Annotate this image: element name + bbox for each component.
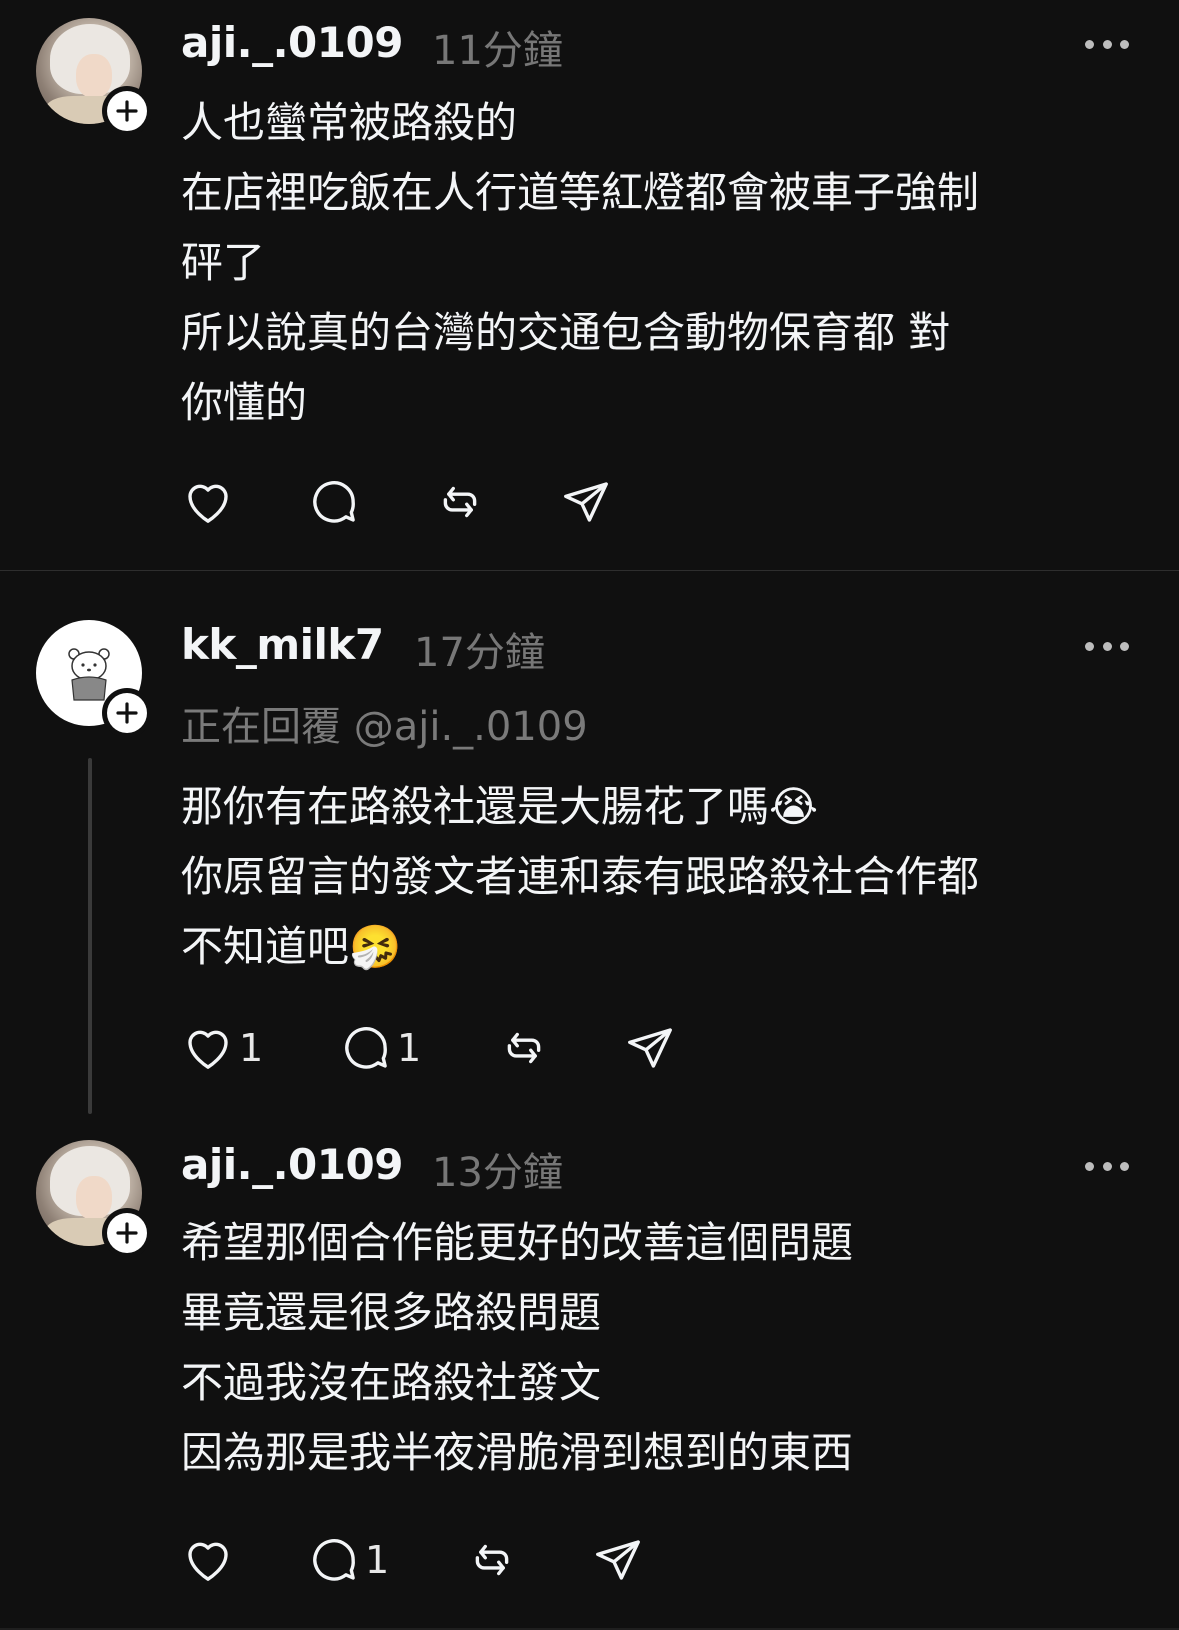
follow-button[interactable] — [102, 86, 152, 136]
timestamp: 17分鐘 — [414, 630, 545, 676]
like-button[interactable] — [181, 1532, 235, 1588]
reply-icon — [313, 1539, 355, 1581]
repost-icon — [443, 486, 477, 518]
reply-button[interactable]: 1 — [307, 1532, 389, 1588]
post-line: 所以說真的台灣的交通包含動物保育都 對 — [181, 308, 951, 357]
post-line: 那你有在路殺社還是大腸花了嗎😭 — [181, 782, 819, 831]
reply-button[interactable]: 1 — [339, 1020, 421, 1076]
post-body: 人也蠻常被路殺的 在店裡吃飯在人行道等紅燈都會被車子強制 砰了 所以說真的台灣的… — [181, 88, 1141, 438]
username[interactable]: aji._.0109 — [181, 18, 403, 67]
follow-plus-icon — [116, 100, 138, 122]
more-icon[interactable] — [1085, 38, 1129, 50]
timestamp: 13分鐘 — [432, 1150, 563, 1196]
replying-to[interactable]: 正在回覆 @aji._.0109 — [181, 694, 588, 752]
post-line: 畢竟還是很多路殺問題 — [181, 1288, 602, 1337]
repost-icon — [507, 1032, 541, 1064]
username[interactable]: aji._.0109 — [181, 1140, 403, 1189]
post-line: 在店裡吃飯在人行道等紅燈都會被車子強制 — [181, 168, 980, 217]
post-line: 希望那個合作能更好的改善這個問題 — [181, 1218, 854, 1267]
post-line: 因為那是我半夜滑脆滑到想到的東西 — [181, 1428, 854, 1477]
post-line: 不知道吧🤧 — [181, 922, 402, 971]
like-count: 1 — [239, 1026, 264, 1070]
post-line: 你原留言的發文者連和泰有跟路殺社合作都 — [181, 852, 980, 901]
share-icon — [628, 1028, 672, 1068]
heart-icon — [188, 484, 228, 523]
heart-icon — [188, 1030, 228, 1069]
timestamp: 11分鐘 — [432, 28, 563, 74]
thread-line — [88, 758, 92, 1114]
more-icon[interactable] — [1085, 1160, 1129, 1172]
share-icon — [564, 482, 608, 522]
reply-icon — [313, 481, 355, 523]
follow-button[interactable] — [102, 1208, 152, 1258]
reply-button[interactable] — [307, 474, 361, 530]
heart-icon — [188, 1542, 228, 1581]
post-line: 人也蠻常被路殺的 — [181, 98, 518, 147]
reply-count: 1 — [397, 1026, 422, 1070]
share-button[interactable] — [559, 474, 613, 530]
follow-button[interactable] — [102, 688, 152, 738]
share-icon — [596, 1540, 640, 1580]
bear-avatar-icon — [68, 648, 110, 701]
post-divider — [0, 570, 1179, 571]
like-button[interactable]: 1 — [181, 1020, 263, 1076]
post-line: 不過我沒在路殺社發文 — [181, 1358, 602, 1407]
repost-button[interactable] — [465, 1532, 519, 1588]
like-button[interactable] — [181, 474, 235, 530]
share-button[interactable] — [623, 1020, 677, 1076]
reply-icon — [345, 1027, 387, 1069]
post-line: 你懂的 — [181, 378, 308, 427]
more-icon[interactable] — [1085, 640, 1129, 652]
repost-icon — [475, 1544, 509, 1576]
username[interactable]: kk_milk7 — [181, 620, 384, 669]
post-line: 砰了 — [181, 238, 266, 287]
post-body: 那你有在路殺社還是大腸花了嗎😭 你原留言的發文者連和泰有跟路殺社合作都 不知道吧… — [181, 772, 1141, 982]
post-body: 希望那個合作能更好的改善這個問題 畢竟還是很多路殺問題 不過我沒在路殺社發文 因… — [181, 1208, 1141, 1488]
follow-plus-icon — [116, 1222, 138, 1244]
follow-plus-icon — [116, 702, 138, 724]
reply-count: 1 — [365, 1538, 390, 1582]
repost-button[interactable] — [497, 1020, 551, 1076]
share-button[interactable] — [591, 1532, 645, 1588]
repost-button[interactable] — [433, 474, 487, 530]
